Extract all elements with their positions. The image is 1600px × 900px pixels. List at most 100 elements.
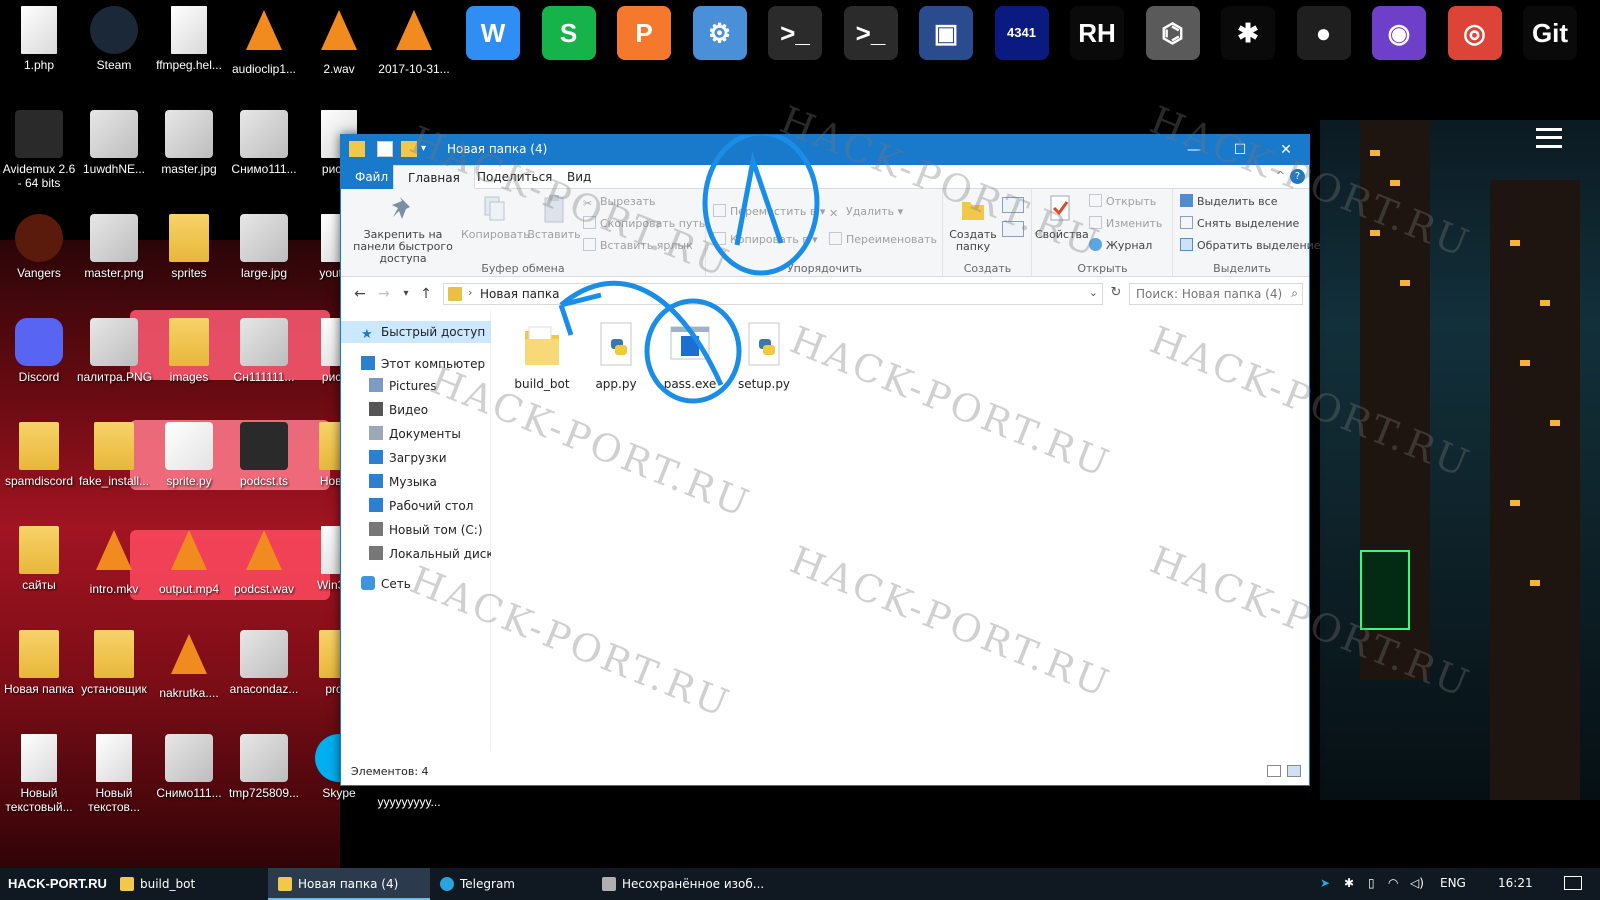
desktop-icon[interactable]: podcst.wav <box>227 526 301 596</box>
nav-item[interactable]: Загрузки <box>341 447 491 469</box>
virtualbox-icon[interactable]: ▣ <box>919 6 973 60</box>
desktop-icon[interactable]: 2017-10-31... <box>377 6 451 76</box>
desktop-icon[interactable]: sprites <box>152 214 226 280</box>
nav-quick-access[interactable]: ★ Быстрый доступ <box>341 321 491 343</box>
battery-icon[interactable]: ▯ <box>1368 876 1375 890</box>
customize-chevron-icon[interactable]: ▾ <box>421 143 437 159</box>
invert-selection-button[interactable]: Обратить выделение <box>1180 237 1321 255</box>
nav-item[interactable]: Музыка <box>341 471 491 493</box>
delete-button[interactable]: ✕ Удалить ▾ <box>829 203 903 221</box>
close-button[interactable]: ✕ <box>1263 135 1309 165</box>
new-folder-quick-icon[interactable] <box>401 141 417 157</box>
copy-button[interactable]: Копировать <box>461 193 530 241</box>
copy-path-button[interactable]: Скопировать путь <box>583 215 705 233</box>
desktop-icon[interactable]: палитра.PNG <box>77 318 152 384</box>
desktop-icon[interactable]: Discord <box>2 318 76 384</box>
terminal-icon-2[interactable]: >_ <box>843 6 898 60</box>
select-none-button[interactable]: Снять выделение <box>1180 215 1299 233</box>
large-icons-view-icon[interactable] <box>1287 765 1301 777</box>
window-titlebar[interactable]: ▾ Новая папка (4) — ☐ ✕ <box>341 135 1309 165</box>
desktop-icon[interactable]: podcst.ts <box>227 422 301 488</box>
nav-item[interactable]: Документы <box>341 423 491 445</box>
refresh-button[interactable]: ↻ <box>1107 285 1125 303</box>
desktop-icon[interactable]: ffmpeg.hel... <box>152 6 226 72</box>
nav-item[interactable]: Новый том (C:) <box>341 519 491 541</box>
desktop-icon[interactable]: tmp725809... <box>227 734 301 800</box>
desktop-icon[interactable]: large.jpg <box>227 214 301 280</box>
tab-share[interactable]: Поделиться <box>463 165 566 189</box>
desktop-icon[interactable]: sprite.py <box>152 422 226 488</box>
minimize-button[interactable]: — <box>1171 135 1217 165</box>
desktop-icon[interactable]: Сн111111... <box>227 318 301 384</box>
rh-icon[interactable]: RH <box>1070 6 1124 60</box>
gear-app-icon[interactable]: ⚙ <box>692 6 747 60</box>
details-view-icon[interactable] <box>1267 765 1281 777</box>
nav-item[interactable]: Видео <box>341 399 491 421</box>
address-history-chevron-icon[interactable]: ⌄ <box>1089 286 1098 299</box>
paste-button[interactable]: Вставить <box>527 193 581 241</box>
select-all-button[interactable]: Выделить все <box>1180 193 1277 211</box>
pin-quick-access-button[interactable]: Закрепить на панели быстрого доступа <box>345 193 461 265</box>
easy-access-icon[interactable] <box>1002 221 1024 237</box>
file-item-build-bot[interactable]: build_bot <box>507 319 577 391</box>
desktop-icon[interactable]: fake_install... <box>77 422 151 488</box>
back-button[interactable]: ← <box>351 286 369 304</box>
rename-button[interactable]: Переименовать <box>829 231 937 249</box>
taskbar-item-telegram[interactable]: Telegram <box>430 868 590 900</box>
properties-button[interactable]: Свойства <box>1035 193 1089 241</box>
desktop-icon[interactable]: spamdiscord <box>2 422 76 488</box>
address-field[interactable]: › Новая папка ⌄ <box>443 283 1103 305</box>
calculator-numbers-icon[interactable]: 4341 <box>994 6 1049 60</box>
help-icon[interactable]: ? <box>1290 169 1305 184</box>
desktop-icon[interactable]: Avidemux 2.6 - 64 bits <box>2 110 76 190</box>
file-item-setup-py[interactable]: setup.py <box>729 319 799 391</box>
search-box[interactable]: ⌕ <box>1129 283 1303 305</box>
taskbar-item-new-folder[interactable]: Новая папка (4) <box>268 868 430 900</box>
nav-network[interactable]: Сеть <box>341 573 491 595</box>
desktop-icon[interactable]: Снимо111... <box>227 110 301 176</box>
desktop-icon[interactable]: установщик <box>77 630 151 696</box>
copy-to-button[interactable]: Копировать в ▾ <box>713 231 818 249</box>
maximize-button[interactable]: ☐ <box>1217 135 1263 165</box>
notifications-icon[interactable] <box>1564 876 1582 890</box>
desktop-icon[interactable]: 2.wav <box>302 6 376 76</box>
collapse-ribbon-icon[interactable]: ^ <box>1276 169 1285 182</box>
wps-writer-icon[interactable]: W <box>466 6 520 60</box>
desktop-icon[interactable]: Новый текстов... <box>77 734 151 814</box>
network-icon[interactable]: ⌬ <box>1145 6 1200 60</box>
volume-icon[interactable]: ◁) <box>1410 876 1424 890</box>
desktop-icon[interactable]: 1uwdhNE... <box>77 110 151 176</box>
desktop-icon[interactable]: сайты <box>2 526 76 592</box>
paste-shortcut-button[interactable]: Вставить ярлык <box>583 237 693 255</box>
edit-button[interactable]: Изменить <box>1089 215 1162 233</box>
cut-button[interactable]: ✂ Вырезать <box>583 193 655 211</box>
nav-item[interactable]: Локальный диск (D <box>341 543 491 565</box>
move-to-button[interactable]: Переместить в ▾ <box>713 203 825 221</box>
desktop-icon[interactable]: Новая папка <box>2 630 76 696</box>
taskbar-item-paint[interactable]: Несохранённое изоб... <box>592 868 764 900</box>
desktop-icon[interactable]: nakrutka.... <box>152 630 226 700</box>
desktop-icon[interactable]: intro.mkv <box>77 526 151 596</box>
history-button[interactable]: Журнал <box>1089 237 1152 255</box>
language-indicator[interactable]: ENG <box>1440 876 1466 890</box>
nav-item[interactable]: Pictures <box>341 375 491 397</box>
desktop-icon[interactable]: Steam <box>77 6 151 72</box>
nav-item[interactable]: Рабочий стол <box>341 495 491 517</box>
desktop-icon[interactable]: audioclip1... <box>227 6 301 76</box>
recent-locations-chevron-icon[interactable]: ▾ <box>397 286 415 304</box>
file-item-app-py[interactable]: app.py <box>581 319 651 391</box>
terminal-icon[interactable]: >_ <box>768 6 822 60</box>
desktop-icon[interactable]: output.mp4 <box>152 526 226 596</box>
wps-spreadsheets-icon[interactable]: S <box>541 6 596 60</box>
git-icon[interactable]: Git <box>1523 6 1577 60</box>
nav-this-pc[interactable]: Этот компьютер <box>341 353 491 375</box>
app-tray-icon[interactable]: ✱ <box>1344 876 1354 890</box>
red-star-icon[interactable]: ✱ <box>1221 6 1275 60</box>
new-folder-button[interactable]: Создать папку <box>948 193 998 253</box>
tab-view[interactable]: Вид <box>553 165 605 189</box>
search-input[interactable] <box>1136 284 1286 304</box>
desktop-icon[interactable]: master.jpg <box>152 110 226 176</box>
forward-button[interactable]: → <box>375 286 393 304</box>
new-item-icon[interactable] <box>1002 197 1024 213</box>
desktop-icon[interactable]: Новый текстовый... <box>2 734 76 814</box>
